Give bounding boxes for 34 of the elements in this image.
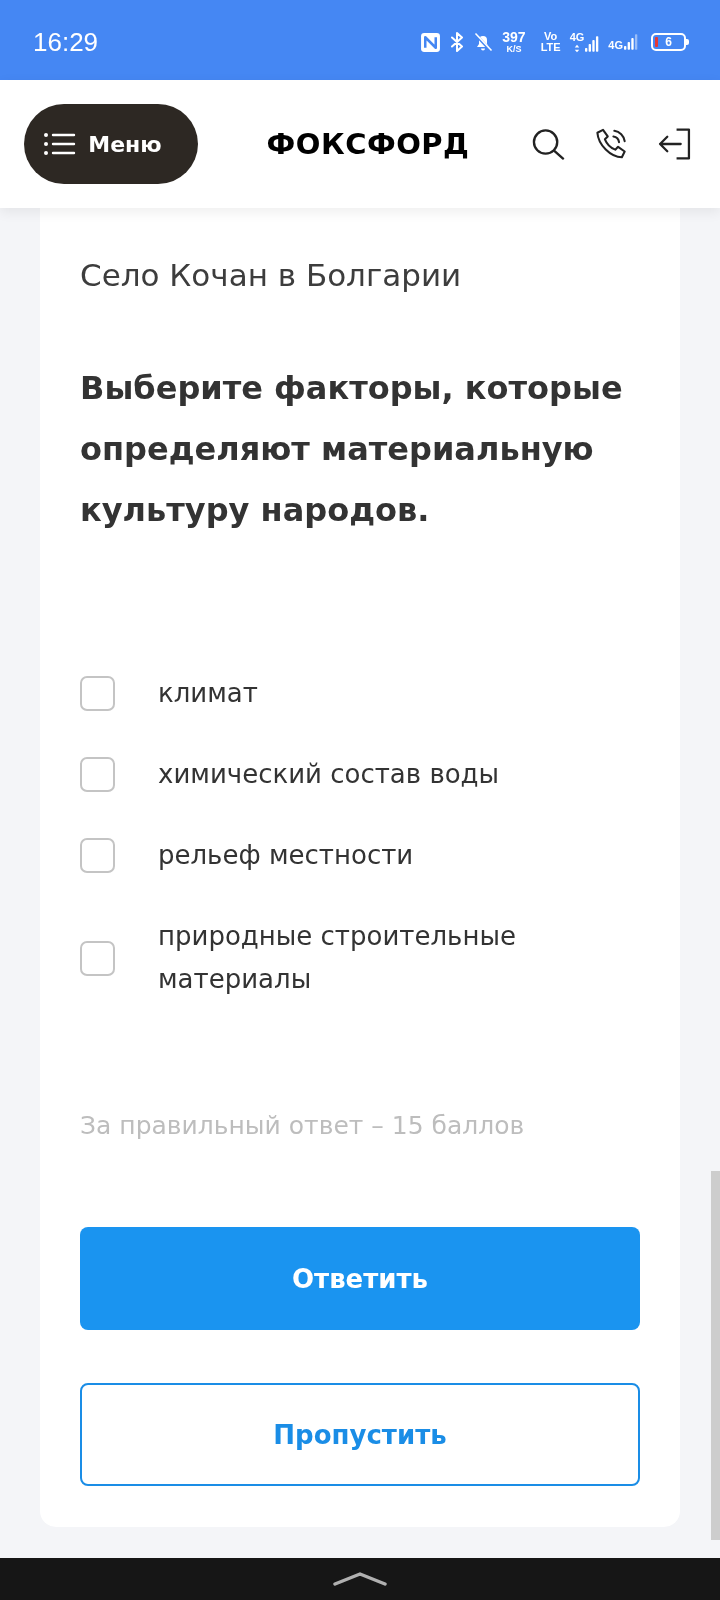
data-arrows-icon [573, 43, 580, 53]
logo[interactable]: ФОКСФОРД [204, 127, 532, 161]
menu-icon [44, 133, 77, 155]
search-icon[interactable] [532, 128, 565, 160]
signal-icon [585, 34, 600, 53]
score-note: За правильный ответ – 15 баллов [80, 1110, 526, 1142]
menu-button[interactable]: Меню [24, 104, 198, 184]
option-label[interactable]: химический состав воды [158, 753, 500, 796]
status-time: 16:29 [33, 26, 99, 58]
task-title: Село Кочан в Болгарии [80, 256, 463, 295]
chevron-up-icon[interactable] [333, 1572, 387, 1586]
nfc-icon [420, 31, 442, 53]
login-icon[interactable] [658, 128, 691, 160]
checkbox[interactable] [80, 757, 115, 792]
option-label[interactable]: природные строительные материалы [158, 915, 640, 1001]
battery-percentage: 6 [665, 36, 672, 48]
skip-button[interactable]: Пропустить [80, 1383, 640, 1486]
volte-label: Vo [544, 31, 558, 42]
checkbox[interactable] [80, 940, 115, 976]
bluetooth-icon [450, 32, 465, 52]
checkbox[interactable] [80, 838, 115, 873]
bell-off-icon [473, 32, 494, 52]
signal-icon [624, 33, 638, 51]
network-type-label: 4G [569, 31, 585, 43]
lte-label: LTE [540, 42, 561, 53]
option-label[interactable]: рельеф местности [158, 834, 414, 877]
checkbox[interactable] [80, 676, 115, 711]
network-type-label: 4G [608, 40, 623, 51]
data-speed-unit: K/S [506, 45, 522, 54]
scrollbar-thumb[interactable] [711, 1171, 720, 1540]
data-speed-value: 397 [502, 30, 526, 44]
option-label[interactable]: климат [158, 672, 258, 715]
phone-call-icon[interactable] [595, 128, 628, 160]
question-text: Выберите факторы, которые определяют материальную культуру народов. [80, 368, 624, 531]
